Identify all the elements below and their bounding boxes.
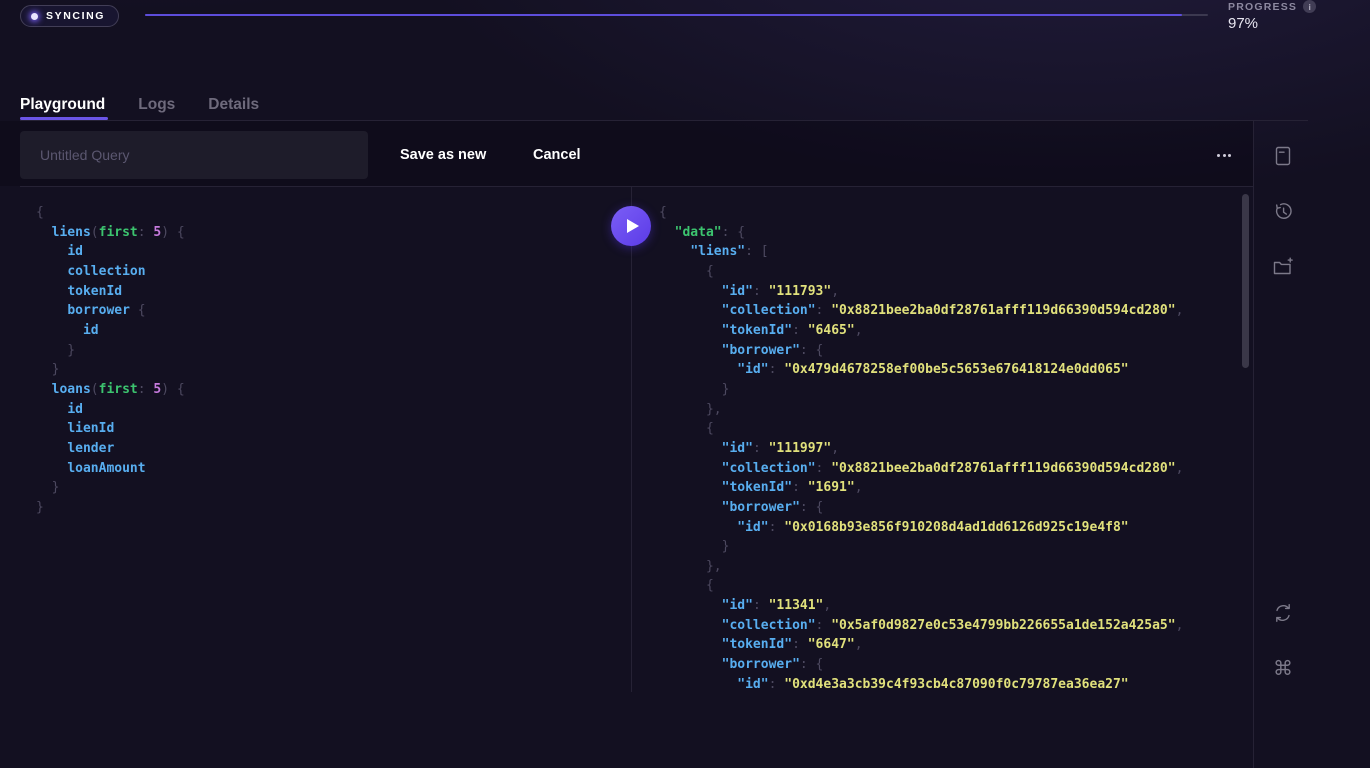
history-icon[interactable] [1271, 199, 1295, 223]
new-folder-icon[interactable] [1271, 255, 1295, 279]
cancel-button[interactable]: Cancel [533, 131, 581, 179]
more-options-icon[interactable] [1204, 131, 1244, 179]
info-icon[interactable]: i [1303, 0, 1316, 13]
refresh-icon[interactable] [1271, 601, 1295, 625]
json-response-viewer: { "data": { "liens": [ { "id": "111793",… [659, 203, 1183, 694]
save-as-new-button[interactable]: Save as new [400, 131, 486, 179]
sync-progress-bar [145, 14, 1208, 16]
syncing-label: SYNCING [46, 10, 105, 22]
run-query-button[interactable] [611, 206, 651, 246]
sync-progress-fill [145, 14, 1182, 16]
syncing-status-badge: SYNCING [20, 5, 119, 27]
graphql-query-editor[interactable]: { liens(first: 5) { id collection tokenI… [36, 203, 185, 518]
query-name-input[interactable] [20, 131, 368, 179]
progress-label: PROGRESS [1228, 1, 1297, 13]
tab-bar: Playground Logs Details [20, 96, 259, 114]
editor-pane-divider [631, 187, 632, 692]
tab-details[interactable]: Details [208, 96, 259, 114]
side-rail-divider [1253, 120, 1254, 768]
command-menu-icon[interactable]: ⌘ [1271, 657, 1295, 681]
toolbar-divider [20, 186, 1253, 187]
syncing-dot-icon [31, 13, 38, 20]
progress-meta: PROGRESS i 97% [1228, 0, 1316, 32]
tab-playground[interactable]: Playground [20, 96, 105, 114]
progress-percent-value: 97% [1228, 15, 1316, 32]
tab-logs[interactable]: Logs [138, 96, 175, 114]
subgraph-playground-app: SYNCING PROGRESS i 97% Playground Logs D… [0, 0, 1370, 768]
play-icon [627, 219, 639, 233]
saved-queries-icon[interactable] [1271, 144, 1295, 168]
response-scrollbar[interactable] [1242, 194, 1249, 368]
